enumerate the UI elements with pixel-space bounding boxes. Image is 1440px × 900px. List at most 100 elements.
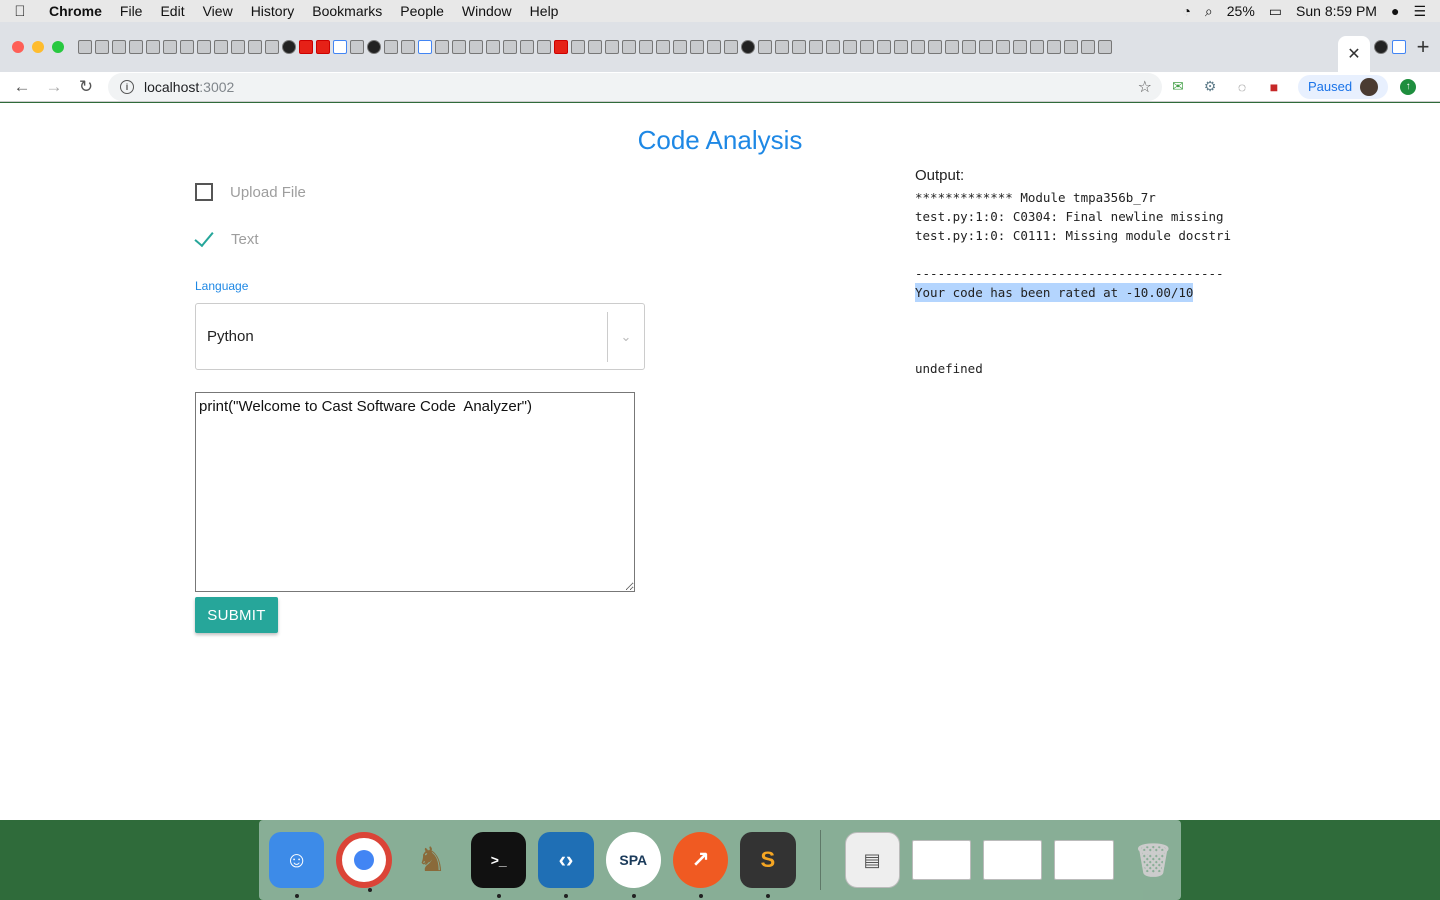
- tab-favicon[interactable]: [843, 40, 857, 54]
- minimize-window-button[interactable]: [32, 41, 44, 53]
- tab-favicon[interactable]: [911, 40, 925, 54]
- tab-favicon[interactable]: [826, 40, 840, 54]
- tab-favicon[interactable]: [690, 40, 704, 54]
- tab-favicon[interactable]: [350, 40, 364, 54]
- tab-favicon[interactable]: [588, 40, 602, 54]
- tab-favicon[interactable]: [1030, 40, 1044, 54]
- tab-favicon[interactable]: [316, 40, 330, 54]
- tab-favicon[interactable]: [945, 40, 959, 54]
- terminal-icon[interactable]: >_: [471, 832, 527, 898]
- tab-favicon[interactable]: [554, 40, 568, 54]
- code-textarea[interactable]: [195, 392, 635, 592]
- sparta-icon[interactable]: SPA: [605, 832, 661, 898]
- close-tab-icon[interactable]: ✕: [1347, 44, 1360, 64]
- tab-favicon[interactable]: [401, 40, 415, 54]
- text-option[interactable]: Text: [194, 226, 259, 248]
- tab-favicon[interactable]: [231, 40, 245, 54]
- tab-favicon[interactable]: [775, 40, 789, 54]
- checkbox-unchecked-icon[interactable]: [195, 183, 213, 201]
- tab-favicon[interactable]: [180, 40, 194, 54]
- checkmark-icon[interactable]: [194, 226, 214, 247]
- tab-favicon[interactable]: [1374, 40, 1388, 54]
- submit-button[interactable]: SUBMIT: [195, 597, 278, 633]
- tab-favicon[interactable]: [95, 40, 109, 54]
- tab-favicon[interactable]: [622, 40, 636, 54]
- extension-icon[interactable]: ⚙: [1194, 78, 1226, 95]
- tab-favicon[interactable]: [877, 40, 891, 54]
- tab-favicon[interactable]: [809, 40, 823, 54]
- tab-favicon[interactable]: [894, 40, 908, 54]
- language-select[interactable]: Python ⌄: [195, 303, 645, 370]
- tab-favicon[interactable]: [282, 40, 296, 54]
- tab-favicon[interactable]: [1392, 40, 1406, 54]
- tab-favicon[interactable]: [384, 40, 398, 54]
- tab-favicon[interactable]: [928, 40, 942, 54]
- profile-button[interactable]: Paused: [1298, 74, 1389, 99]
- tab-favicon[interactable]: [129, 40, 143, 54]
- menu-window[interactable]: Window: [453, 3, 521, 19]
- tab-favicon[interactable]: [605, 40, 619, 54]
- tab-favicon[interactable]: [724, 40, 738, 54]
- tab-favicon[interactable]: [248, 40, 262, 54]
- tab-favicon[interactable]: [452, 40, 466, 54]
- tab-favicon[interactable]: [520, 40, 534, 54]
- menu-bookmarks[interactable]: Bookmarks: [303, 3, 391, 19]
- back-button[interactable]: ←: [6, 77, 38, 97]
- extension-icon[interactable]: ◌: [1226, 79, 1258, 95]
- minimized-window[interactable]: [911, 840, 972, 880]
- vscode-icon[interactable]: ‹›: [538, 832, 594, 898]
- tab-favicon[interactable]: [996, 40, 1010, 54]
- tab-favicon[interactable]: [1081, 40, 1095, 54]
- postman-icon[interactable]: ↗: [672, 832, 729, 898]
- tab-favicon[interactable]: [741, 40, 755, 54]
- minimized-window[interactable]: [1054, 840, 1114, 880]
- site-info-icon[interactable]: i: [120, 79, 134, 94]
- trash-icon[interactable]: 🗑: [1126, 832, 1181, 888]
- tab-favicon[interactable]: [537, 40, 551, 54]
- chevron-down-icon[interactable]: ⌄: [608, 329, 644, 345]
- tab-favicon[interactable]: [503, 40, 517, 54]
- battery-percent[interactable]: 25%: [1227, 3, 1255, 19]
- tab-favicon[interactable]: [78, 40, 92, 54]
- chess-icon[interactable]: ♞: [404, 832, 459, 888]
- tab-favicon[interactable]: [435, 40, 449, 54]
- zoom-window-button[interactable]: [52, 41, 64, 53]
- tab-favicon[interactable]: [214, 40, 228, 54]
- menu-view[interactable]: View: [194, 3, 242, 19]
- clock[interactable]: Sun 8:59 PM: [1296, 3, 1377, 19]
- menu-file[interactable]: File: [111, 3, 152, 19]
- forward-button[interactable]: →: [38, 77, 70, 97]
- tab-favicon[interactable]: [860, 40, 874, 54]
- tab-favicon[interactable]: [112, 40, 126, 54]
- tab-favicon[interactable]: [299, 40, 313, 54]
- tab-favicon[interactable]: [197, 40, 211, 54]
- active-tab[interactable]: ✕: [1338, 36, 1370, 72]
- tab-favicon[interactable]: [1098, 40, 1112, 54]
- tab-favicon[interactable]: [418, 40, 432, 54]
- document-icon[interactable]: ▤: [844, 832, 900, 888]
- menu-help[interactable]: Help: [521, 3, 568, 19]
- tab-favicon[interactable]: [571, 40, 585, 54]
- new-tab-button[interactable]: +: [1406, 34, 1440, 60]
- tab-favicon[interactable]: [1047, 40, 1061, 54]
- tab-favicon[interactable]: [707, 40, 721, 54]
- tab-favicon[interactable]: [486, 40, 500, 54]
- tab-favicon[interactable]: [639, 40, 653, 54]
- tab-favicon[interactable]: [656, 40, 670, 54]
- tab-favicon[interactable]: [469, 40, 483, 54]
- menu-history[interactable]: History: [242, 3, 304, 19]
- tab-favicon[interactable]: [673, 40, 687, 54]
- tab-favicon[interactable]: [163, 40, 177, 54]
- wifi-icon[interactable]: ◔: [1182, 3, 1190, 19]
- bookmark-star-icon[interactable]: ☆: [1138, 77, 1152, 97]
- tab-favicon[interactable]: [1064, 40, 1078, 54]
- reload-button[interactable]: ↻: [70, 77, 102, 97]
- tab-favicon[interactable]: [758, 40, 772, 54]
- finder-icon[interactable]: ☺: [269, 832, 325, 898]
- chrome-icon[interactable]: [336, 832, 392, 892]
- tab-favicon[interactable]: [962, 40, 976, 54]
- tab-favicon[interactable]: [265, 40, 279, 54]
- apple-menu-icon[interactable]: : [0, 3, 40, 20]
- search-icon[interactable]: ⌕: [1205, 3, 1213, 20]
- notification-center-icon[interactable]: ☰: [1413, 3, 1426, 20]
